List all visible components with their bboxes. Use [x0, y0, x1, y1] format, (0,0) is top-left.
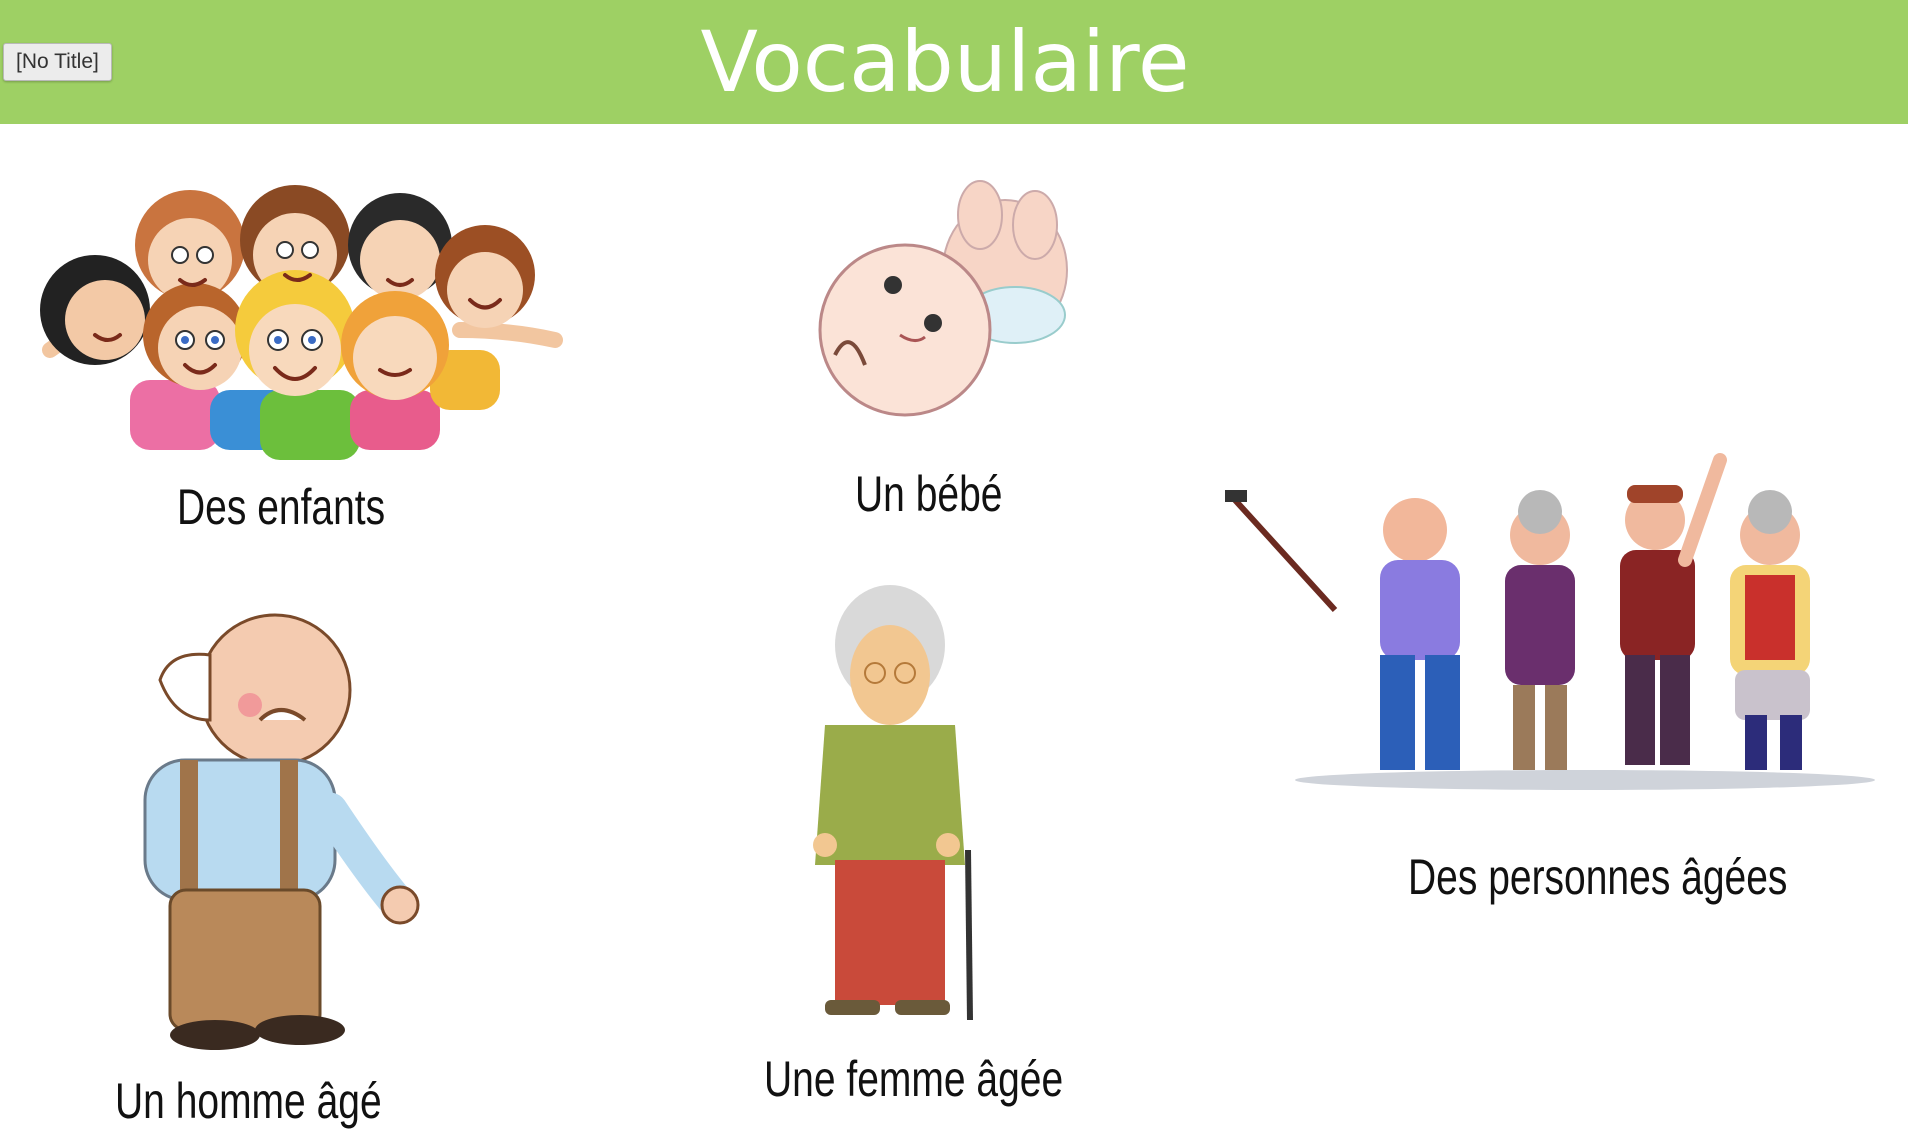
caption-un-bebe: Un bébé — [855, 466, 1003, 522]
caption-des-personnes-agees: Des personnes âgées — [1408, 849, 1788, 905]
no-title-badge[interactable]: [No Title] — [3, 43, 112, 81]
old-man-illustration — [143, 613, 420, 1050]
children-group-illustration — [40, 185, 563, 460]
caption-une-femme-agee: Une femme âgée — [764, 1051, 1064, 1107]
caption-un-homme-age: Un homme âgé — [115, 1073, 382, 1129]
slide-title: Vocabulaire — [700, 13, 1190, 111]
old-woman-illustration — [813, 585, 973, 1021]
caption-des-enfants: Des enfants — [177, 479, 386, 535]
baby-illustration — [818, 180, 1068, 417]
elderly-group-illustration — [1225, 453, 1875, 790]
